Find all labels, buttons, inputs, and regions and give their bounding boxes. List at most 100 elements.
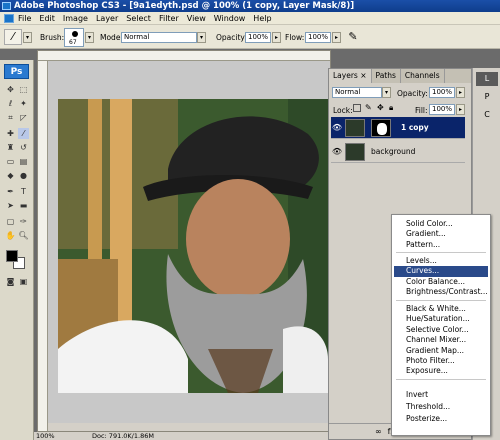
app-menu-icon[interactable]: [4, 13, 14, 23]
tab-close-icon[interactable]: ×: [360, 71, 366, 80]
link-layers-icon[interactable]: ∞: [375, 427, 382, 436]
menu-item-threshold[interactable]: Threshold...: [394, 402, 488, 412]
airbrush-icon[interactable]: ✎: [346, 30, 360, 44]
blur-tool-icon[interactable]: ◆: [5, 170, 16, 181]
dock-tab-channels[interactable]: C: [476, 108, 498, 122]
blend-mode-arrow[interactable]: ▾: [382, 87, 391, 98]
fill-field[interactable]: 100%: [429, 104, 455, 115]
menu-file[interactable]: File: [18, 14, 31, 23]
hand-tool-icon[interactable]: ✋: [5, 230, 16, 241]
crop-tool-icon[interactable]: ⌗: [5, 112, 16, 123]
menu-item-brightness-contrast[interactable]: Brightness/Contrast...: [394, 287, 488, 297]
menu-item-hue-saturation[interactable]: Hue/Saturation...: [394, 314, 488, 324]
menu-item-levels[interactable]: Levels...: [394, 256, 488, 266]
lock-image-icon[interactable]: ✎: [365, 103, 372, 112]
portrait-photo-image: [58, 99, 328, 393]
notes-tool-icon[interactable]: ▢: [5, 216, 16, 227]
menu-item-exposure[interactable]: Exposure...: [394, 366, 488, 376]
brush-label: Brush:: [40, 33, 65, 42]
menu-view[interactable]: View: [187, 14, 206, 23]
tab-channels[interactable]: Channels: [401, 69, 445, 83]
healing-brush-icon[interactable]: ✚: [5, 128, 16, 139]
menu-image[interactable]: Image: [63, 14, 88, 23]
layer-row-background[interactable]: 👁︎ background: [331, 141, 465, 163]
marquee-tool-icon[interactable]: ⬚: [18, 84, 29, 95]
eraser-tool-icon[interactable]: ▭: [5, 156, 16, 167]
menu-item-black-white[interactable]: Black & White...: [394, 304, 488, 314]
tab-layers[interactable]: Layers ×: [329, 69, 372, 83]
menu-item-invert[interactable]: Invert: [394, 390, 488, 400]
zoom-tool-icon[interactable]: 🔍︎: [18, 230, 29, 241]
menu-window[interactable]: Window: [214, 14, 246, 23]
blend-mode-select[interactable]: Normal: [332, 87, 382, 98]
menu-item-pattern[interactable]: Pattern...: [394, 240, 488, 250]
lasso-tool-icon[interactable]: ℓ: [5, 98, 16, 109]
menu-item-color-balance[interactable]: Color Balance...: [394, 277, 488, 287]
tool-preset-dropdown[interactable]: ▾: [23, 32, 32, 43]
mode-dropdown-arrow[interactable]: ▾: [197, 32, 206, 43]
shape-tool-icon[interactable]: ▬: [18, 200, 29, 211]
menu-item-photo-filter[interactable]: Photo Filter...: [394, 356, 488, 366]
layer-opacity-label: Opacity:: [397, 89, 428, 98]
foreground-swatch-top: [6, 250, 18, 262]
dock-letter: P: [484, 92, 490, 101]
layer-thumbnail: [345, 142, 365, 161]
canvas-photo[interactable]: [58, 99, 328, 393]
dock-tab-paths[interactable]: P: [476, 90, 498, 104]
pen-tool-icon[interactable]: ✒: [5, 186, 16, 197]
toolbox: Ps ✥ ⬚ ℓ ✦ ⌗ ◸ ✚ ⁄ ♜ ↺ ▭ ▤ ◆ ● ✒ T ➤ ▬ ▢…: [0, 60, 34, 440]
layer-opacity-field[interactable]: 100%: [429, 87, 455, 98]
flow-field[interactable]: 100%: [305, 32, 331, 43]
menu-item-curves[interactable]: Curves...: [394, 266, 488, 277]
menu-bar: File Edit Image Layer Select Filter View…: [0, 12, 500, 25]
dodge-tool-icon[interactable]: ●: [18, 170, 29, 181]
lock-label: Lock:: [333, 106, 353, 115]
mode-select[interactable]: Normal: [121, 32, 197, 43]
lock-position-icon[interactable]: ✥: [377, 103, 384, 112]
gradient-tool-icon[interactable]: ▤: [18, 156, 29, 167]
fill-arrow[interactable]: ▸: [456, 104, 465, 115]
zoom-level[interactable]: 100%: [36, 432, 55, 440]
horizontal-ruler: [38, 51, 330, 61]
visibility-eye-icon[interactable]: 👁︎: [331, 117, 343, 139]
menu-item-solid-color[interactable]: Solid Color...: [394, 219, 488, 229]
menu-item-gradient[interactable]: Gradient...: [394, 229, 488, 239]
menu-separator: [396, 252, 486, 253]
type-tool-icon[interactable]: T: [18, 186, 29, 197]
eyedropper-icon[interactable]: ✑: [18, 216, 29, 227]
tab-paths[interactable]: Paths: [372, 69, 401, 83]
menu-separator: [396, 300, 486, 301]
slice-tool-icon[interactable]: ◸: [18, 112, 29, 123]
menu-item-selective-color[interactable]: Selective Color...: [394, 325, 488, 335]
menu-help[interactable]: Help: [253, 14, 271, 23]
brush-tool-preset-icon[interactable]: ⁄: [4, 29, 22, 45]
brush-tool-icon[interactable]: ⁄: [18, 128, 29, 139]
layer-mask-thumbnail[interactable]: [371, 118, 391, 137]
opacity-field[interactable]: 100%: [245, 32, 271, 43]
layer-opacity-arrow[interactable]: ▸: [456, 87, 465, 98]
menu-item-posterize[interactable]: Posterize...: [394, 414, 488, 424]
layer-row-1-copy[interactable]: 👁︎ 1 copy: [331, 117, 465, 139]
options-bar: ⁄ ▾ Brush: 67 ▾ Mode: Normal ▾ Opacity: …: [0, 25, 500, 49]
magic-wand-icon[interactable]: ✦: [18, 98, 29, 109]
menu-item-gradient-map[interactable]: Gradient Map...: [394, 346, 488, 356]
lock-all-icon[interactable]: 🔒︎: [389, 103, 393, 113]
dock-tab-layers[interactable]: L: [476, 72, 498, 86]
flow-slider-arrow[interactable]: ▸: [332, 32, 341, 43]
opacity-slider-arrow[interactable]: ▸: [272, 32, 281, 43]
menu-select[interactable]: Select: [126, 14, 151, 23]
history-brush-icon[interactable]: ↺: [18, 142, 29, 153]
brush-dropdown[interactable]: ▾: [85, 32, 94, 43]
menu-edit[interactable]: Edit: [39, 14, 55, 23]
visibility-eye-icon[interactable]: 👁︎: [331, 141, 343, 163]
menu-item-channel-mixer[interactable]: Channel Mixer...: [394, 335, 488, 345]
quick-mask-icon[interactable]: ◙: [5, 276, 16, 287]
move-tool-icon[interactable]: ✥: [5, 84, 16, 95]
menu-filter[interactable]: Filter: [159, 14, 179, 23]
lock-transparency-icon[interactable]: [353, 104, 361, 112]
path-selection-icon[interactable]: ➤: [5, 200, 16, 211]
screen-mode-icon[interactable]: ▣: [18, 276, 29, 287]
clone-stamp-icon[interactable]: ♜: [5, 142, 16, 153]
brush-picker[interactable]: 67: [64, 28, 84, 47]
menu-layer[interactable]: Layer: [96, 14, 118, 23]
